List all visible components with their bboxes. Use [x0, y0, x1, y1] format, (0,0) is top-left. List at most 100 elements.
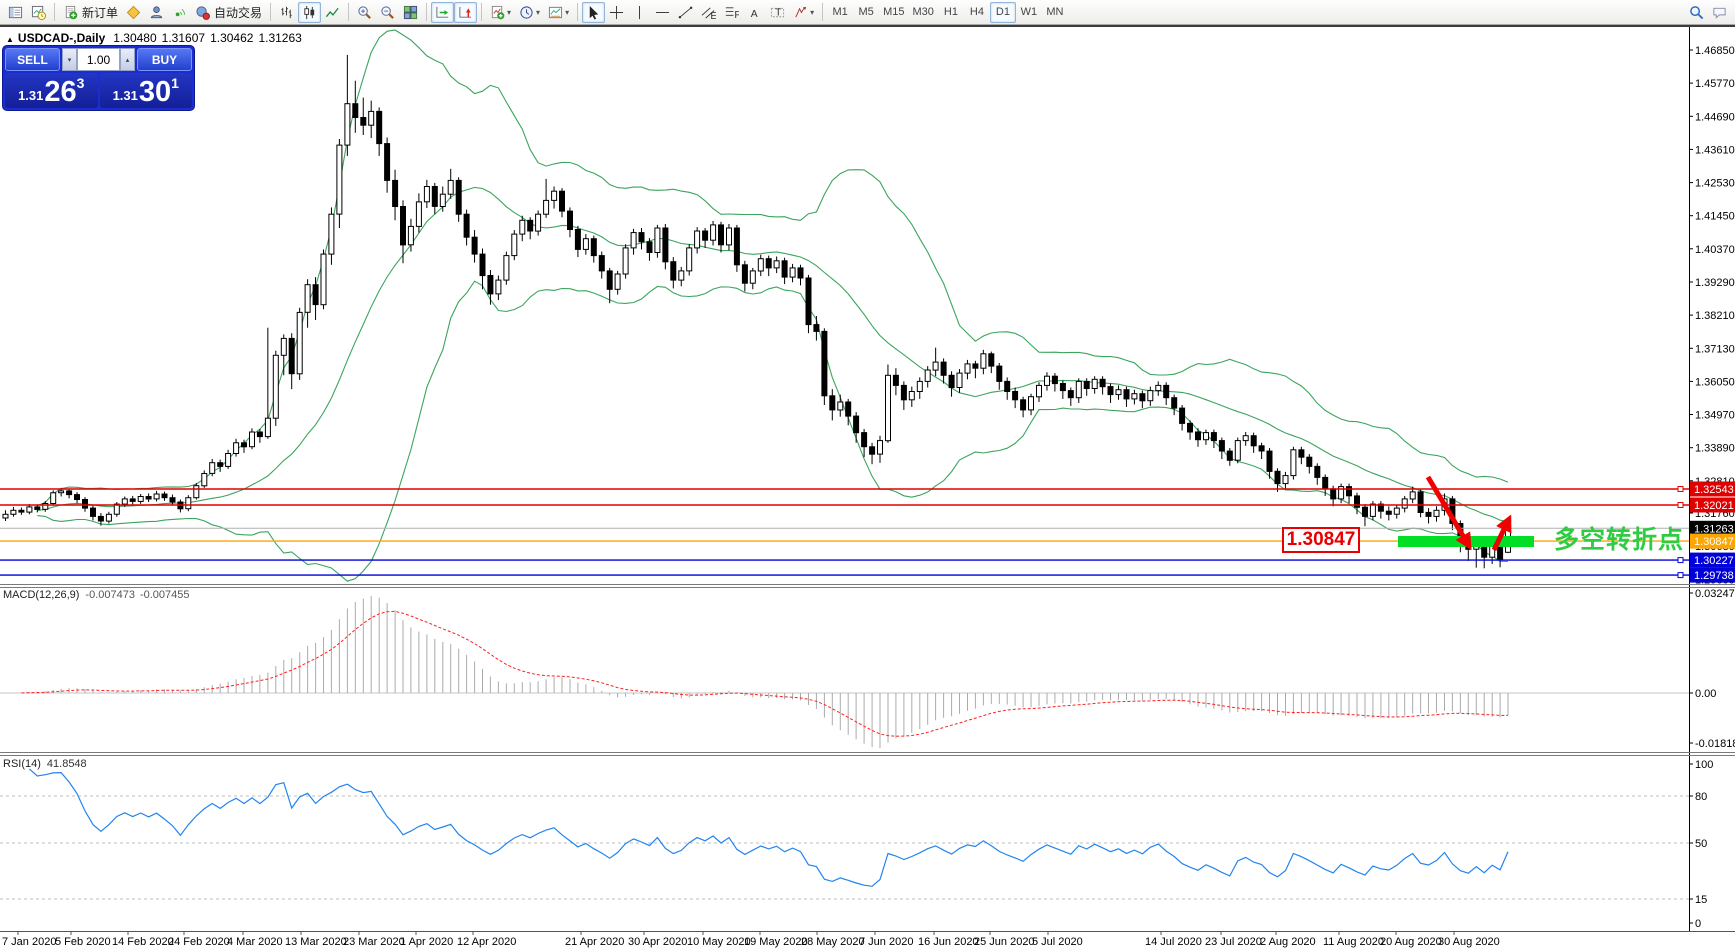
buy-button[interactable]: BUY [137, 48, 192, 71]
rsi-name: RSI(14) [3, 758, 41, 770]
timeframe-h1-button[interactable]: H1 [938, 2, 964, 23]
cursor-icon [586, 5, 601, 20]
svg-text:20 Aug 2020: 20 Aug 2020 [1380, 936, 1442, 948]
svg-text:1.43610: 1.43610 [1695, 144, 1735, 156]
caret-down-icon: ▾ [810, 8, 814, 17]
svg-text:24 Feb 2020: 24 Feb 2020 [168, 936, 230, 948]
svg-text:13 Mar 2020: 13 Mar 2020 [285, 936, 347, 948]
svg-text:0.032478: 0.032478 [1695, 588, 1735, 600]
autotrading-button[interactable]: 自动交易 [191, 2, 266, 23]
line-chart-icon [325, 5, 340, 20]
svg-text:1.39290: 1.39290 [1695, 277, 1735, 289]
volume-decrease-button[interactable]: ▾ [62, 48, 77, 71]
svg-text:50: 50 [1695, 838, 1707, 850]
low-value: 1.30462 [210, 31, 253, 45]
new-order-label: 新订单 [82, 4, 118, 21]
buy-price-display[interactable]: 1.31301 [100, 73, 193, 108]
periods-button[interactable]: ▾ [515, 2, 544, 23]
data-window-button[interactable] [27, 2, 50, 23]
auto-scroll-icon [435, 5, 450, 20]
svg-text:1.42530: 1.42530 [1695, 178, 1735, 190]
data-window-icon [31, 5, 46, 20]
timeframe-m1-button[interactable]: M1 [827, 2, 853, 23]
metaeditor-icon [126, 5, 141, 20]
svg-text:4 Mar 2020: 4 Mar 2020 [227, 936, 283, 948]
channel-button[interactable]: E [697, 2, 720, 23]
volume-increase-button[interactable]: ▴ [120, 48, 135, 71]
svg-text:1.41450: 1.41450 [1695, 211, 1735, 223]
chat-button[interactable] [1708, 2, 1731, 23]
new-order-button[interactable]: 新订单 [59, 2, 122, 23]
templates-button[interactable]: ▾ [544, 2, 573, 23]
trendline-button[interactable] [674, 2, 697, 23]
signals-button[interactable] [168, 2, 191, 23]
toolbar-separator [270, 3, 271, 21]
tile-windows-button[interactable] [399, 2, 422, 23]
sell-price-prefix: 1.31 [18, 88, 43, 103]
chart-shift-button[interactable] [454, 2, 477, 23]
svg-text:23 Mar 2020: 23 Mar 2020 [343, 936, 405, 948]
text-icon: A [747, 5, 762, 20]
timeframe-h4-button[interactable]: H4 [964, 2, 990, 23]
timeframe-m15-button[interactable]: M15 [879, 2, 908, 23]
fibonacci-button[interactable]: F [720, 2, 743, 23]
indicators-button[interactable]: ▾ [486, 2, 515, 23]
svg-text:5 Jul 2020: 5 Jul 2020 [1032, 936, 1083, 948]
vertical-line-icon [632, 5, 647, 20]
timeframe-d1-button[interactable]: D1 [990, 2, 1016, 23]
svg-text:1.30847: 1.30847 [1694, 536, 1734, 548]
templates-icon [548, 5, 563, 20]
svg-text:1 Apr 2020: 1 Apr 2020 [400, 936, 453, 948]
pivot-price-annotation[interactable]: 1.30847 [1282, 527, 1360, 553]
volume-input[interactable]: 1.00 [77, 48, 120, 71]
text-label-button[interactable]: T [766, 2, 789, 23]
caret-down-icon: ▾ [68, 57, 72, 64]
metaeditor-button[interactable] [122, 2, 145, 23]
sell-price-pip: 3 [77, 75, 85, 91]
svg-text:7 Jun 2020: 7 Jun 2020 [859, 936, 913, 948]
search-button[interactable] [1685, 2, 1708, 23]
timeframe-mn-button[interactable]: MN [1042, 2, 1068, 23]
timeframe-w1-button[interactable]: W1 [1016, 2, 1042, 23]
svg-text:1.44690: 1.44690 [1695, 111, 1735, 123]
bar-chart-button[interactable] [275, 2, 298, 23]
auto-scroll-button[interactable] [431, 2, 454, 23]
collapse-icon[interactable]: ▲ [6, 35, 14, 44]
zoom-out-button[interactable] [376, 2, 399, 23]
arrows-button[interactable]: ▾ [789, 2, 818, 23]
svg-text:15: 15 [1695, 894, 1707, 906]
text-button[interactable]: A [743, 2, 766, 23]
timeframe-m5-button[interactable]: M5 [853, 2, 879, 23]
chat-icon [1712, 5, 1727, 20]
caret-down-icon: ▾ [565, 8, 569, 17]
crosshair-button[interactable] [605, 2, 628, 23]
horizontal-line-button[interactable] [651, 2, 674, 23]
market-watch-button[interactable] [4, 2, 27, 23]
bar-chart-icon [279, 5, 294, 20]
svg-text:7 Jan 2020: 7 Jan 2020 [2, 936, 56, 948]
cursor-button[interactable] [582, 2, 605, 23]
turning-point-annotation[interactable]: 多空转折点 [1554, 527, 1684, 554]
experts-button[interactable] [145, 2, 168, 23]
line-chart-button[interactable] [321, 2, 344, 23]
svg-text:T: T [775, 7, 782, 18]
candlestick-button[interactable] [298, 2, 321, 23]
svg-text:E: E [710, 11, 716, 20]
caret-down-icon: ▾ [536, 8, 540, 17]
svg-text:1.40370: 1.40370 [1695, 244, 1735, 256]
sell-button[interactable]: SELL [5, 48, 60, 71]
svg-text:1.46850: 1.46850 [1695, 45, 1735, 57]
sell-price-display[interactable]: 1.31263 [5, 73, 98, 108]
buy-price-prefix: 1.31 [113, 88, 138, 103]
periods-icon [519, 5, 534, 20]
svg-text:5 Feb 2020: 5 Feb 2020 [55, 936, 111, 948]
macd-name: MACD(12,26,9) [3, 589, 79, 601]
vertical-line-button[interactable] [628, 2, 651, 23]
timeframe-m30-button[interactable]: M30 [909, 2, 938, 23]
svg-text:1.36050: 1.36050 [1695, 376, 1735, 388]
zoom-in-button[interactable] [353, 2, 376, 23]
chart-canvas[interactable]: 1.468501.457701.446901.436101.425301.414… [0, 0, 1735, 949]
autotrading-label: 自动交易 [214, 4, 262, 21]
buy-price-pip: 1 [171, 75, 179, 91]
channel-icon: E [701, 5, 716, 20]
